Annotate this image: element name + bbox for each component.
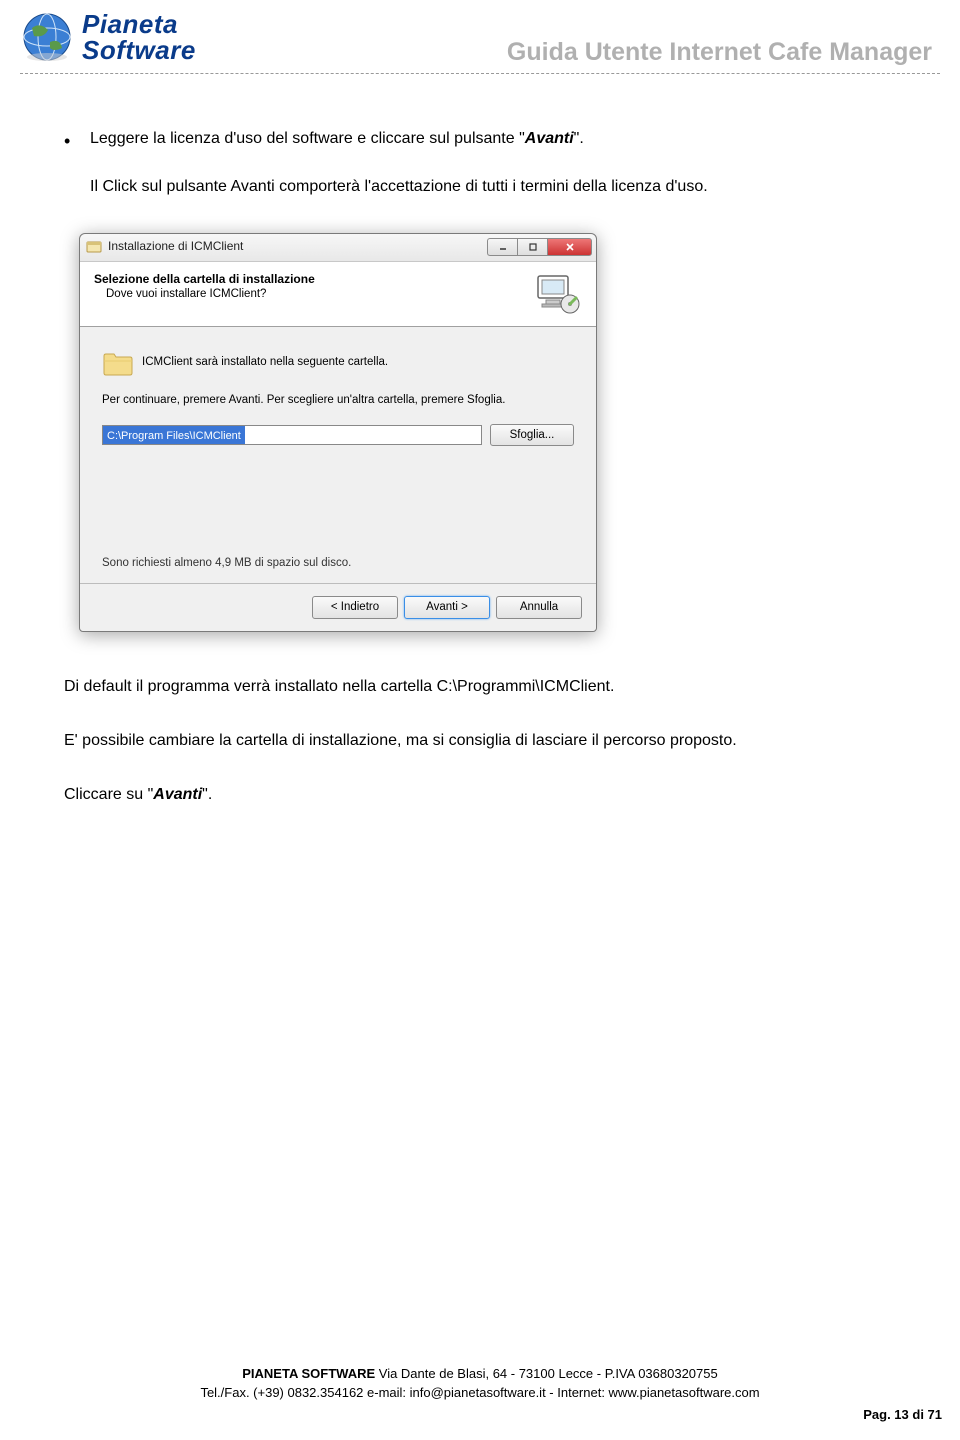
titlebar-text: Installazione di ICMClient [108, 239, 487, 255]
logo: Pianeta Software [20, 10, 196, 64]
bullet-item: Leggere la licenza d'uso del software e … [64, 124, 920, 203]
paragraph: Cliccare su "Avanti". [64, 780, 920, 810]
install-path-value: C:\Program Files\ICMClient [103, 426, 245, 444]
folder-icon [102, 349, 134, 377]
emphasis: Avanti [525, 130, 574, 147]
text: ". [202, 786, 212, 803]
paragraph: E' possibile cambiare la cartella di ins… [64, 726, 920, 756]
next-button[interactable]: Avanti > [404, 596, 490, 619]
company-name: PIANETA SOFTWARE [242, 1366, 375, 1381]
browse-button[interactable]: Sfoglia... [490, 424, 574, 446]
installer-dialog: Installazione di ICMClient Selezione del… [79, 233, 597, 632]
folder-message: ICMClient sarà installato nella seguente… [142, 349, 388, 370]
text: ". [574, 130, 584, 147]
disk-space-note: Sono richiesti almeno 4,9 MB di spazio s… [102, 556, 574, 571]
path-row: C:\Program Files\ICMClient Sfoglia... [102, 424, 574, 446]
logo-text: Pianeta Software [82, 11, 196, 63]
text: Leggere la licenza d'uso del software e … [90, 130, 525, 147]
logo-line2: Software [82, 37, 196, 63]
maximize-icon [528, 242, 538, 252]
computer-disk-icon [534, 272, 582, 316]
installer-screenshot: Installazione di ICMClient Selezione del… [64, 233, 920, 632]
close-icon [564, 241, 576, 253]
back-button[interactable]: < Indietro [312, 596, 398, 619]
dialog-header-text: Selezione della cartella di installazion… [94, 272, 315, 303]
folder-message-row: ICMClient sarà installato nella seguente… [102, 349, 574, 377]
paragraph: Il Click sul pulsante Avanti comporterà … [90, 172, 920, 202]
dialog-body: ICMClient sarà installato nella seguente… [80, 327, 596, 583]
page-footer: PIANETA SOFTWARE Via Dante de Blasi, 64 … [0, 1365, 960, 1424]
installer-app-icon [86, 239, 102, 255]
window-buttons [487, 238, 592, 256]
emphasis: Avanti [153, 786, 202, 803]
dialog-heading: Selezione della cartella di installazion… [94, 272, 315, 288]
address: Via Dante de Blasi, 64 - 73100 Lecce - P… [375, 1366, 718, 1381]
paragraph: Di default il programma verrà installato… [64, 672, 920, 702]
text: Cliccare su " [64, 786, 153, 803]
content-area: Leggere la licenza d'uso del software e … [0, 74, 960, 811]
minimize-button[interactable] [487, 238, 517, 256]
instruction-text: Per continuare, premere Avanti. Per sceg… [102, 393, 574, 408]
footer-line2: Tel./Fax. (+39) 0832.354162 e-mail: info… [0, 1384, 960, 1402]
close-button[interactable] [547, 238, 592, 256]
globe-icon [20, 10, 74, 64]
dialog-footer: < Indietro Avanti > Annulla [80, 583, 596, 631]
document-title: Guida Utente Internet Cafe Manager [196, 10, 940, 67]
page-number: Pag. 13 di 71 [0, 1406, 960, 1424]
install-path-input[interactable]: C:\Program Files\ICMClient [102, 425, 482, 445]
titlebar: Installazione di ICMClient [80, 234, 596, 262]
cancel-button[interactable]: Annulla [496, 596, 582, 619]
footer-line1: PIANETA SOFTWARE Via Dante de Blasi, 64 … [0, 1365, 960, 1383]
maximize-button[interactable] [517, 238, 547, 256]
dialog-subheading: Dove vuoi installare ICMClient? [94, 287, 315, 302]
dialog-header: Selezione della cartella di installazion… [80, 262, 596, 327]
logo-line1: Pianeta [82, 11, 196, 37]
page-header: Pianeta Software Guida Utente Internet C… [0, 0, 960, 67]
minimize-icon [498, 242, 508, 252]
